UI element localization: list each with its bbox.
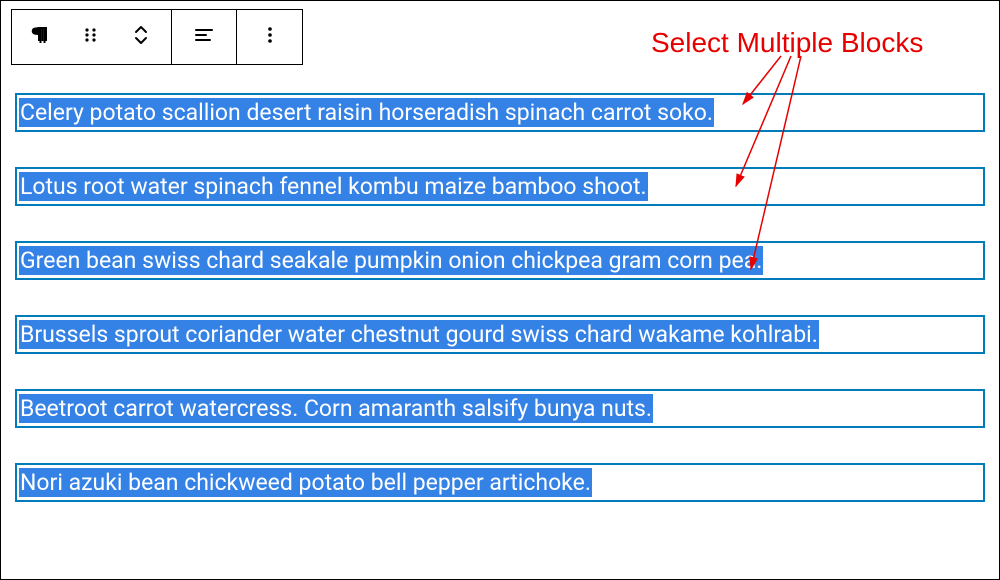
paragraph-block[interactable]: Nori azuki bean chickweed potato bell pe…: [15, 463, 985, 502]
move-up-down-button[interactable]: [116, 10, 166, 64]
paragraph-block[interactable]: Beetroot carrot watercress. Corn amarant…: [15, 389, 985, 428]
block-toolbar: [11, 9, 303, 65]
annotation-label: Select Multiple Blocks: [651, 27, 923, 59]
paragraph-block[interactable]: Lotus root water spinach fennel kombu ma…: [15, 167, 985, 206]
align-button[interactable]: [177, 10, 231, 64]
align-left-icon: [192, 23, 216, 51]
toolbar-group-more: [237, 10, 302, 64]
block-text: Celery potato scallion desert raisin hor…: [19, 98, 714, 127]
toolbar-group-block: [12, 10, 172, 64]
block-text: Brussels sprout coriander water chestnut…: [19, 320, 819, 349]
block-text: Green bean swiss chard seakale pumpkin o…: [19, 246, 763, 275]
move-up-down-icon: [129, 23, 153, 51]
toolbar-group-align: [172, 10, 237, 64]
block-list: Celery potato scallion desert raisin hor…: [11, 93, 989, 502]
drag-handle-button[interactable]: [66, 10, 116, 64]
block-text: Nori azuki bean chickweed potato bell pe…: [19, 468, 592, 497]
more-options-icon: [258, 23, 282, 51]
paragraph-block[interactable]: Green bean swiss chard seakale pumpkin o…: [15, 241, 985, 280]
paragraph-icon: [29, 23, 53, 51]
block-text: Lotus root water spinach fennel kombu ma…: [19, 172, 648, 201]
paragraph-block[interactable]: Celery potato scallion desert raisin hor…: [15, 93, 985, 132]
editor-canvas: Celery potato scallion desert raisin hor…: [0, 0, 1000, 580]
drag-handle-icon: [79, 23, 103, 51]
block-type-button[interactable]: [16, 10, 66, 64]
paragraph-block[interactable]: Brussels sprout coriander water chestnut…: [15, 315, 985, 354]
more-options-button[interactable]: [243, 10, 297, 64]
block-text: Beetroot carrot watercress. Corn amarant…: [19, 394, 653, 423]
